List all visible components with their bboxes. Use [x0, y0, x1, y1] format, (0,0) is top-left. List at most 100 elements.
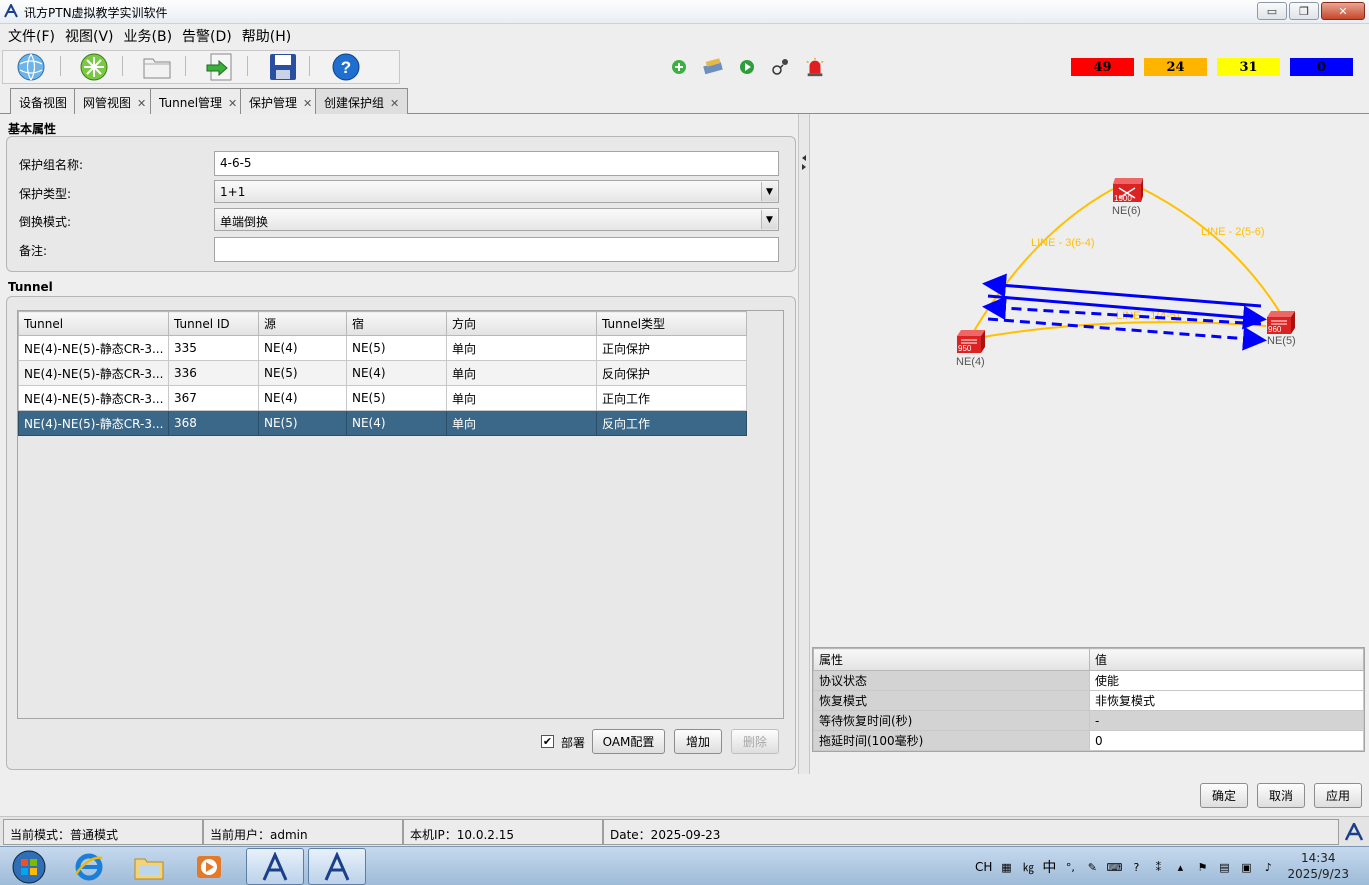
menu-view[interactable]: 视图(V) [65, 26, 114, 46]
network-button[interactable] [74, 52, 114, 82]
ime-toolbar-icon[interactable]: ▦ [998, 859, 1014, 875]
taskbar-explorer[interactable] [120, 848, 178, 885]
help-icon[interactable]: ? [1128, 859, 1144, 875]
property-row[interactable]: 协议状态 使能 [813, 670, 1364, 691]
ok-button[interactable]: 确定 [1200, 783, 1248, 808]
alarm-major-count[interactable]: 24 [1144, 58, 1207, 76]
export-icon [206, 53, 232, 81]
tab-protection-management[interactable]: 保护管理 ✕ [240, 88, 322, 114]
alarm-critical-count[interactable]: 49 [1071, 58, 1134, 76]
apply-button[interactable]: 应用 [1314, 783, 1362, 808]
show-hidden-icons[interactable]: ▴ [1172, 859, 1188, 875]
globe-button[interactable] [11, 52, 51, 82]
export-button[interactable] [200, 52, 240, 82]
tab-device-view[interactable]: 设备视图 [10, 88, 77, 114]
maximize-button[interactable]: ❐ [1289, 2, 1319, 20]
taskbar-ptn-app-2[interactable] [308, 848, 366, 885]
save-button[interactable] [263, 52, 303, 82]
table-cell: NE(5) [346, 385, 447, 411]
menu-help[interactable]: 帮助(H) [242, 26, 291, 46]
column-header-direction[interactable]: 方向 [446, 311, 597, 336]
tray-app-icon[interactable]: ✎ [1084, 859, 1100, 875]
ime-mode[interactable]: 中 [1042, 857, 1056, 877]
column-header-tunnel-id[interactable]: Tunnel ID [168, 311, 259, 336]
keyboard-icon[interactable]: ⌨ [1106, 859, 1122, 875]
volume-muted-icon[interactable]: ♪ [1260, 859, 1276, 875]
cancel-button[interactable]: 取消 [1257, 783, 1305, 808]
tab-close-icon[interactable]: ✕ [228, 97, 237, 110]
menu-alarm[interactable]: 告警(D) [182, 26, 232, 46]
taskbar-ie[interactable] [60, 848, 118, 885]
tab-tunnel-management[interactable]: Tunnel管理 ✕ [150, 88, 247, 114]
table-cell: 单向 [446, 335, 597, 361]
tab-close-icon[interactable]: ✕ [137, 97, 146, 110]
chevron-down-icon[interactable]: ▼ [761, 210, 777, 229]
property-row[interactable]: 恢复模式 非恢复模式 [813, 690, 1364, 711]
column-header-source[interactable]: 源 [258, 311, 347, 336]
taskbar-ptn-app-1[interactable] [246, 848, 304, 885]
node-ne5: 960 NE(5) [1267, 311, 1296, 347]
delete-button[interactable]: 删除 [731, 729, 779, 754]
tray-tool-icon[interactable]: ⁑ [1150, 859, 1166, 875]
action-center-flag-icon[interactable]: ⚑ [1194, 859, 1210, 875]
close-button[interactable]: ✕ [1321, 2, 1365, 20]
tab-nms-view[interactable]: 网管视图 ✕ [74, 88, 156, 114]
topology-view[interactable]: LINE - 3(6-4) LINE - 2(5-6) LINE - 1(4-5… [811, 114, 1369, 646]
property-value[interactable]: 使能 [1089, 670, 1364, 691]
alarm-light-button[interactable] [804, 56, 826, 78]
property-row[interactable]: 等待恢复时间(秒) - [813, 710, 1364, 731]
deploy-checkbox[interactable]: ✔ [541, 735, 554, 748]
menu-business[interactable]: 业务(B) [124, 26, 173, 46]
system-clock[interactable]: 14:34 2025/9/23 [1287, 850, 1349, 882]
alarm-warning-count[interactable]: 0 [1290, 58, 1353, 76]
switch-mode-select[interactable]: 单端倒换 ▼ [214, 208, 779, 231]
menu-file[interactable]: 文件(F) [8, 26, 55, 46]
column-header-property[interactable]: 属性 [813, 648, 1090, 671]
switch-mode-value: 单端倒换 [220, 215, 269, 229]
property-value[interactable]: 非恢复模式 [1089, 690, 1364, 711]
device-icon[interactable]: ▤ [1216, 859, 1232, 875]
clock-time: 14:34 [1300, 851, 1336, 865]
note-input[interactable] [214, 237, 779, 262]
column-header-tunnel-type[interactable]: Tunnel类型 [596, 311, 747, 336]
tab-close-icon[interactable]: ✕ [303, 97, 312, 110]
window-title: 讯方PTN虚拟教学实训软件 [24, 6, 168, 20]
property-value[interactable]: 0 [1089, 730, 1364, 751]
table-row[interactable]: NE(4)-NE(5)-静态CR-3... 367 NE(4) NE(5) 单向… [18, 385, 747, 411]
table-row-selected[interactable]: NE(4)-NE(5)-静态CR-3... 368 NE(5) NE(4) 单向… [18, 410, 747, 436]
ime-language[interactable]: CH [975, 860, 992, 874]
collapse-arrows-icon[interactable] [801, 154, 807, 172]
tab-create-protection-group[interactable]: 创建保护组 ✕ [315, 88, 409, 114]
network-icon[interactable]: ▣ [1238, 859, 1254, 875]
tab-label: 创建保护组 [324, 96, 385, 110]
help-button[interactable]: ? [326, 52, 366, 82]
table-row[interactable]: NE(4)-NE(5)-静态CR-3... 335 NE(4) NE(5) 单向… [18, 335, 747, 361]
table-cell: 368 [168, 410, 259, 436]
minimize-button[interactable]: ▭ [1257, 2, 1287, 20]
alarm-minor-count[interactable]: 31 [1217, 58, 1280, 76]
column-header-sink[interactable]: 宿 [346, 311, 447, 336]
protection-group-name-input[interactable]: 4-6-5 [214, 151, 779, 176]
config-button[interactable] [702, 56, 724, 78]
open-folder-button[interactable] [137, 52, 177, 82]
ime-pinyin-icon[interactable]: ㎏ [1020, 859, 1036, 875]
table-row[interactable]: NE(4)-NE(5)-静态CR-3... 336 NE(5) NE(4) 单向… [18, 360, 747, 386]
app-logo-icon [262, 851, 288, 881]
play-button[interactable] [736, 56, 758, 78]
column-header-value[interactable]: 值 [1089, 648, 1364, 671]
column-header-tunnel[interactable]: Tunnel [18, 311, 169, 336]
punctuation-icon[interactable]: °, [1062, 859, 1078, 875]
add-button[interactable]: 增加 [674, 729, 722, 754]
tab-close-icon[interactable]: ✕ [390, 97, 399, 110]
protection-type-select[interactable]: 1+1 ▼ [214, 180, 779, 203]
property-row[interactable]: 拖延时间(100毫秒) 0 [813, 730, 1364, 751]
property-value[interactable]: - [1089, 710, 1364, 731]
table-cell: NE(4) [258, 335, 347, 361]
user-link-button[interactable] [770, 56, 792, 78]
chevron-down-icon[interactable]: ▼ [761, 182, 777, 201]
oam-config-button[interactable]: OAM配置 [592, 729, 665, 754]
taskbar-media-player[interactable] [180, 848, 238, 885]
panel-splitter[interactable] [798, 114, 810, 774]
start-button[interactable] [0, 848, 58, 885]
add-button[interactable] [668, 56, 690, 78]
